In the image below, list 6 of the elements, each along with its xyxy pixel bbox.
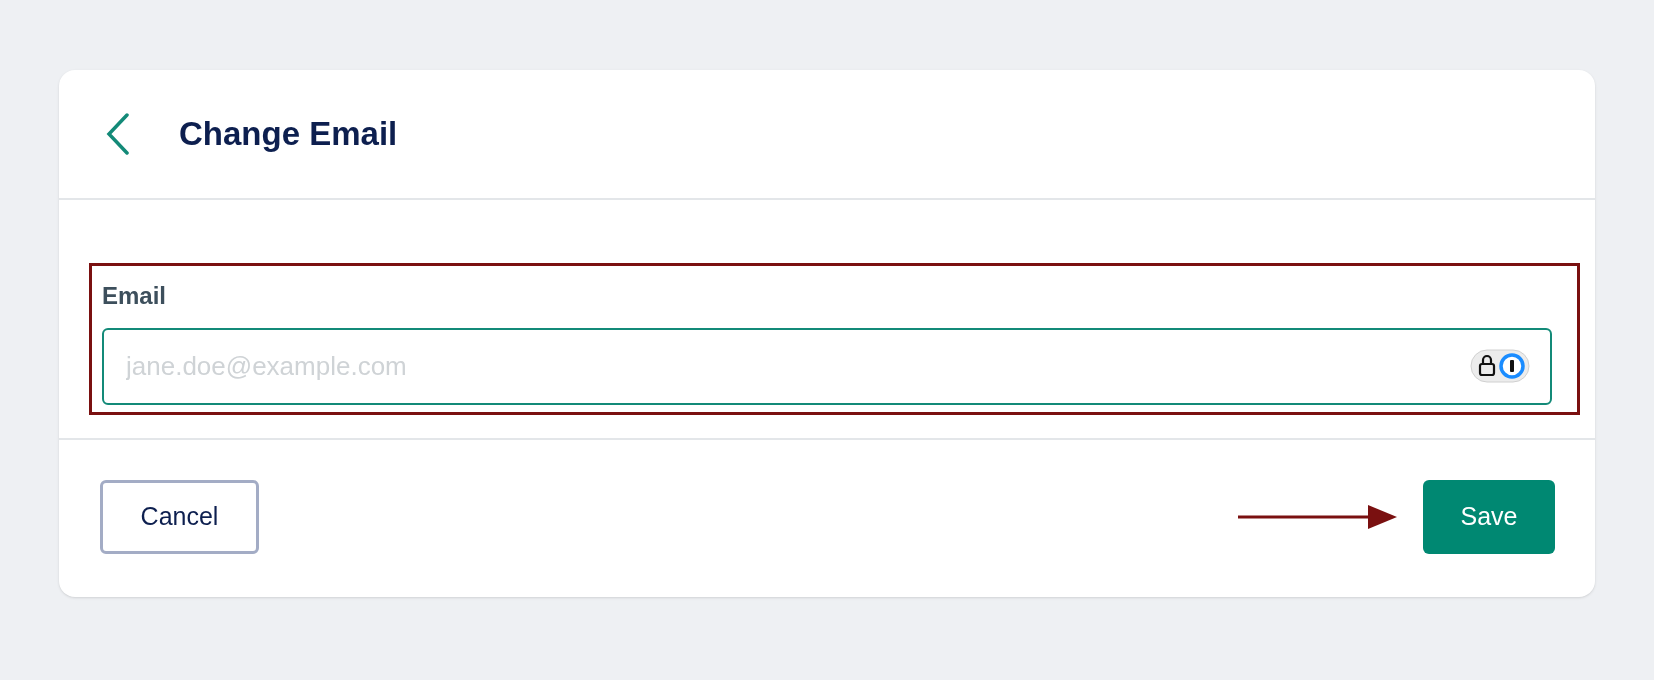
cancel-button[interactable]: Cancel <box>100 480 259 554</box>
password-manager-icon[interactable] <box>1470 349 1530 383</box>
save-button[interactable]: Save <box>1423 480 1555 554</box>
dialog-title: Change Email <box>179 114 398 155</box>
back-icon <box>106 113 130 155</box>
field-label: Email <box>102 281 168 311</box>
